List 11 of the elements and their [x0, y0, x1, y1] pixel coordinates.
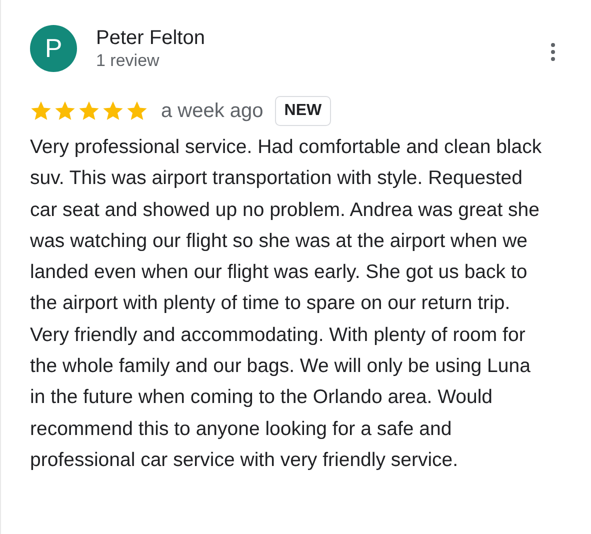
user-avatar[interactable]: P	[30, 25, 77, 72]
review-time: a week ago	[161, 100, 264, 122]
review-count: 1 review	[96, 50, 160, 72]
star-icon	[78, 100, 100, 122]
star-icon	[102, 100, 124, 122]
star-icon	[30, 100, 52, 122]
new-badge: NEW	[275, 96, 331, 126]
review-text: Very professional service. Had comfortable and clean black suv. This was airport transportation with style. Requested car seat and showed up no problem. Andrea was great she was watching our flight so she was at the airport when we landed even when our flight was early. She got us back to the airport with plenty of time to spare on our return trip. Very friendly and accommodating. With plenty of room for the whole family and our bags. We will only be using Luna in the future when coming to the Orlando area. Would recommend this to anyone looking for a safe and professional car service with very friendly service.	[30, 135, 543, 473]
star-icon	[54, 100, 76, 122]
star-icon	[126, 100, 148, 122]
author-name[interactable]: Peter Felton	[96, 26, 205, 50]
